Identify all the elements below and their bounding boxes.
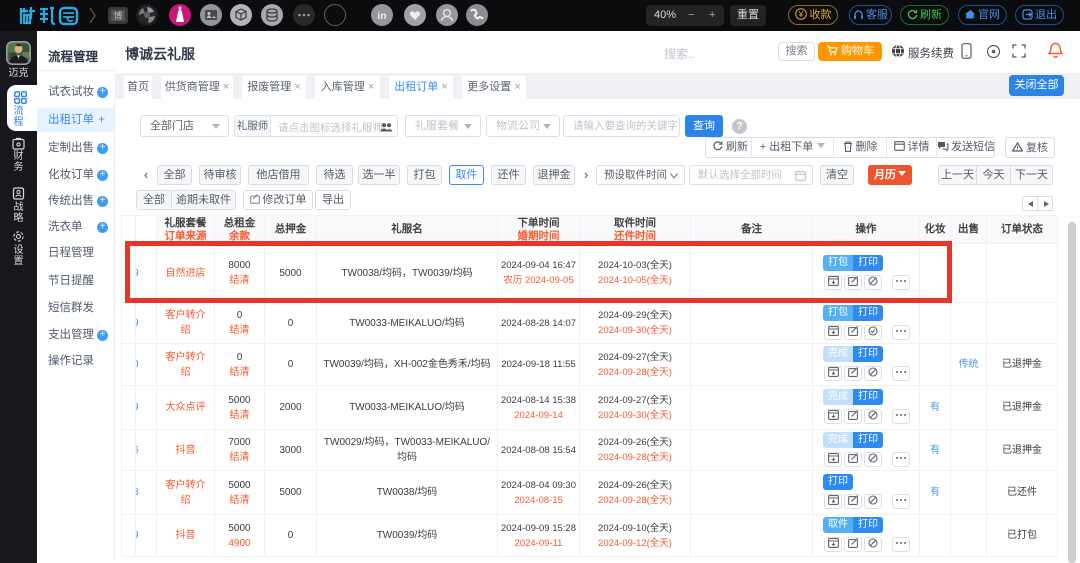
svg-text:in: in (378, 11, 387, 22)
svg-text:¥: ¥ (797, 9, 803, 19)
svg-text:博: 博 (113, 10, 122, 21)
